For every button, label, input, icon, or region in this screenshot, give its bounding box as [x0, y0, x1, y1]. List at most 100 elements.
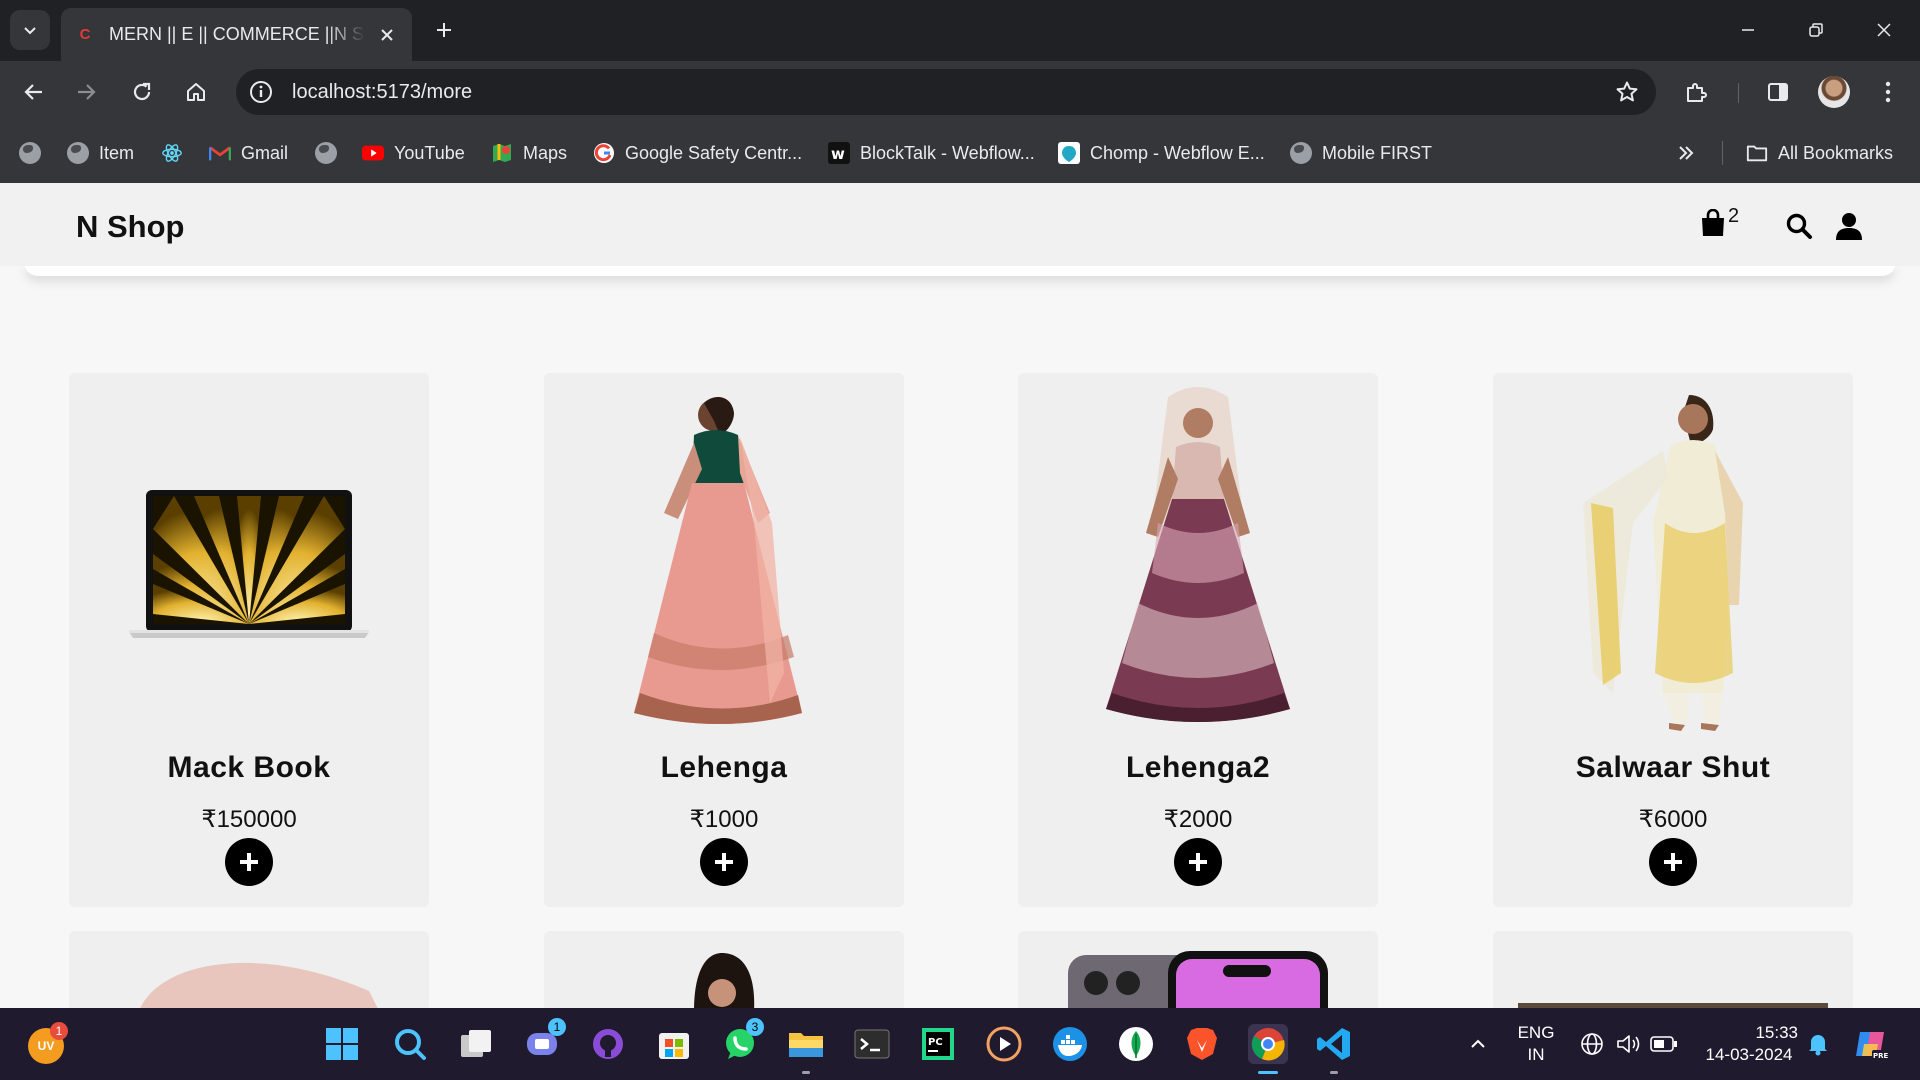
- github-desktop-button[interactable]: [588, 1024, 628, 1064]
- brave-browser-button[interactable]: [1182, 1024, 1222, 1064]
- add-to-cart-button[interactable]: [225, 838, 273, 886]
- product-card[interactable]: Salwaar Shut ₹6000: [1493, 373, 1853, 907]
- microsoft-store-button[interactable]: [654, 1024, 694, 1064]
- back-button[interactable]: [14, 72, 54, 112]
- notifications-button[interactable]: [1798, 1024, 1838, 1064]
- bookmark-item-youtube[interactable]: YouTube: [362, 139, 465, 167]
- search-icon: [395, 1029, 426, 1060]
- bookmark-item-mobile-first[interactable]: Mobile FIRST: [1290, 139, 1432, 167]
- bookmarks-divider: [1722, 141, 1723, 165]
- product-name[interactable]: Lehenga2: [1018, 751, 1378, 785]
- bookmark-item-chomp[interactable]: Chomp - Webflow E...: [1058, 139, 1265, 167]
- notification-badge: 1: [50, 1022, 68, 1040]
- arrow-right-icon: [78, 84, 96, 100]
- product-name[interactable]: Lehenga: [544, 751, 904, 785]
- globe-icon: [315, 142, 337, 164]
- teams-button[interactable]: 1: [522, 1018, 566, 1064]
- browser-tab-active[interactable]: C MERN || E || COMMERCE ||N SHOP: [61, 8, 412, 61]
- play-icon: [986, 1026, 1022, 1062]
- chrome-menu-button[interactable]: [1868, 72, 1908, 112]
- plus-icon: [1664, 853, 1682, 871]
- bookmark-item-react[interactable]: [161, 139, 193, 167]
- taskbar-search-button[interactable]: [390, 1024, 430, 1064]
- chomp-icon: [1058, 142, 1080, 164]
- product-card-partial[interactable]: [69, 931, 429, 1011]
- show-hidden-icons-button[interactable]: [1458, 1024, 1498, 1064]
- close-window-button[interactable]: [1860, 10, 1908, 50]
- new-tab-button[interactable]: [428, 14, 460, 46]
- user-initials: UV: [37, 1039, 55, 1053]
- all-bookmarks-button[interactable]: All Bookmarks: [1746, 139, 1893, 167]
- start-button[interactable]: [322, 1024, 362, 1064]
- volume-status[interactable]: [1608, 1024, 1648, 1064]
- chevron-down-icon: [24, 27, 36, 35]
- shopping-bag-icon: [1702, 208, 1724, 236]
- bookmark-item-globe-2[interactable]: [315, 139, 347, 167]
- reload-button[interactable]: [122, 72, 162, 112]
- user-account-button[interactable]: [1834, 211, 1864, 241]
- task-view-icon: [461, 1030, 491, 1057]
- bookmark-label: Mobile FIRST: [1322, 142, 1433, 163]
- bookmark-item-globe-1[interactable]: [19, 139, 51, 167]
- product-card-partial[interactable]: [1018, 931, 1378, 1011]
- file-explorer-button[interactable]: [786, 1024, 826, 1074]
- bookmark-star-button[interactable]: [1614, 79, 1640, 105]
- product-name[interactable]: Mack Book: [69, 751, 429, 785]
- home-button[interactable]: [176, 72, 216, 112]
- chrome-button[interactable]: [1248, 1024, 1288, 1074]
- profile-avatar[interactable]: [1818, 76, 1850, 108]
- add-to-cart-button[interactable]: [700, 838, 748, 886]
- whatsapp-button[interactable]: 3: [720, 1018, 764, 1064]
- task-view-button[interactable]: [456, 1024, 496, 1064]
- terminal-button[interactable]: [852, 1024, 892, 1064]
- bell-icon: [1809, 1035, 1827, 1056]
- clock[interactable]: 15:33 14-03-2024: [1694, 1022, 1804, 1066]
- product-price: ₹150000: [201, 806, 297, 833]
- product-card-partial[interactable]: [1493, 931, 1853, 1011]
- product-image-dress: [694, 953, 755, 1011]
- minimize-button[interactable]: [1724, 10, 1772, 50]
- extensions-button[interactable]: [1676, 72, 1716, 112]
- product-card[interactable]: Lehenga2 ₹2000: [1018, 373, 1378, 907]
- address-bar[interactable]: localhost:5173/more: [236, 69, 1656, 115]
- tab-search-button[interactable]: [10, 10, 50, 50]
- region-code: IN: [1527, 1045, 1545, 1064]
- network-status[interactable]: [1572, 1024, 1612, 1064]
- bookmark-item-google-safety[interactable]: Google Safety Centr...: [593, 139, 802, 167]
- site-info-button[interactable]: [248, 79, 274, 105]
- user-widget[interactable]: UV 1: [28, 1022, 68, 1064]
- docker-button[interactable]: [1050, 1024, 1090, 1064]
- bookmark-item-gmail[interactable]: Gmail: [209, 139, 288, 167]
- forward-button[interactable]: [66, 72, 106, 112]
- product-name[interactable]: Salwaar Shut: [1493, 751, 1853, 785]
- add-to-cart-button[interactable]: [1649, 838, 1697, 886]
- site-logo[interactable]: N Shop: [76, 209, 185, 245]
- add-to-cart-button[interactable]: [1174, 838, 1222, 886]
- bookmark-label: BlockTalk - Webflow...: [860, 142, 1035, 163]
- cart-button[interactable]: 2: [1700, 205, 1740, 243]
- copilot-button[interactable]: PRE: [1850, 1024, 1890, 1064]
- language-indicator[interactable]: ENG IN: [1508, 1022, 1564, 1066]
- side-panel-button[interactable]: [1758, 72, 1798, 112]
- bookmark-item-blocktalk[interactable]: w BlockTalk - Webflow...: [828, 139, 1035, 167]
- restore-button[interactable]: [1792, 10, 1840, 50]
- vscode-button[interactable]: [1314, 1024, 1354, 1074]
- pycharm-button[interactable]: PC: [918, 1024, 958, 1064]
- product-card[interactable]: Mack Book ₹150000: [69, 373, 429, 907]
- product-card-partial[interactable]: [544, 931, 904, 1011]
- product-image-salwaar: [1493, 373, 1853, 753]
- tab-close-button[interactable]: [376, 24, 398, 46]
- product-card[interactable]: Lehenga ₹1000: [544, 373, 904, 907]
- bookmark-item-item[interactable]: Item: [67, 139, 134, 167]
- bookmark-item-maps[interactable]: Maps: [491, 139, 567, 167]
- bookmarks-overflow-button[interactable]: [1676, 139, 1696, 167]
- tab-title: MERN || E || COMMERCE ||N SHOP: [109, 24, 365, 44]
- globe-icon: [67, 142, 89, 164]
- media-player-button[interactable]: [984, 1024, 1024, 1064]
- cart-count: 2: [1728, 205, 1740, 227]
- mongodb-compass-button[interactable]: [1116, 1024, 1156, 1064]
- product-image-lehenga: [544, 373, 904, 753]
- tab-favicon: C: [79, 26, 91, 43]
- search-button[interactable]: [1784, 211, 1814, 241]
- battery-status[interactable]: [1644, 1024, 1684, 1064]
